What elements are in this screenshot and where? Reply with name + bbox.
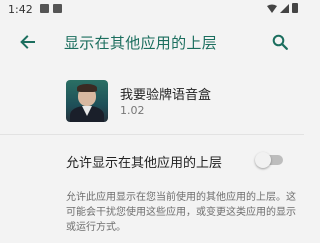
- app-version: 1.02: [120, 104, 145, 117]
- signal-icon: [280, 3, 289, 13]
- status-indicators: [267, 3, 298, 13]
- search-button[interactable]: [266, 28, 294, 56]
- app-info: 我要验牌语音盒 1.02: [0, 72, 304, 128]
- arrow-back-icon: [20, 35, 35, 49]
- permission-toggle[interactable]: [255, 152, 283, 168]
- battery-icon: [292, 3, 298, 13]
- wifi-icon: [267, 4, 277, 13]
- status-time: 1:42: [8, 3, 33, 16]
- app-name: 我要验牌语音盒: [120, 88, 212, 103]
- back-button[interactable]: [14, 28, 42, 56]
- toolbar: 显示在其他应用的上层: [0, 18, 304, 66]
- app-icon: [66, 80, 108, 122]
- permission-description: 允许此应用显示在您当前使用的其他应用的上层。这可能会干扰您使用这些应用，或变更这…: [66, 192, 296, 233]
- toggle-thumb: [255, 152, 271, 168]
- notification-icon: [40, 4, 49, 13]
- notification-icon: [53, 4, 62, 13]
- page-title: 显示在其他应用的上层: [64, 34, 218, 52]
- status-bar: 1:42: [0, 0, 304, 18]
- search-icon: [272, 34, 288, 50]
- permission-label[interactable]: 允许显示在其他应用的上层: [66, 152, 222, 171]
- divider: [0, 134, 304, 135]
- status-notifications: [40, 4, 62, 13]
